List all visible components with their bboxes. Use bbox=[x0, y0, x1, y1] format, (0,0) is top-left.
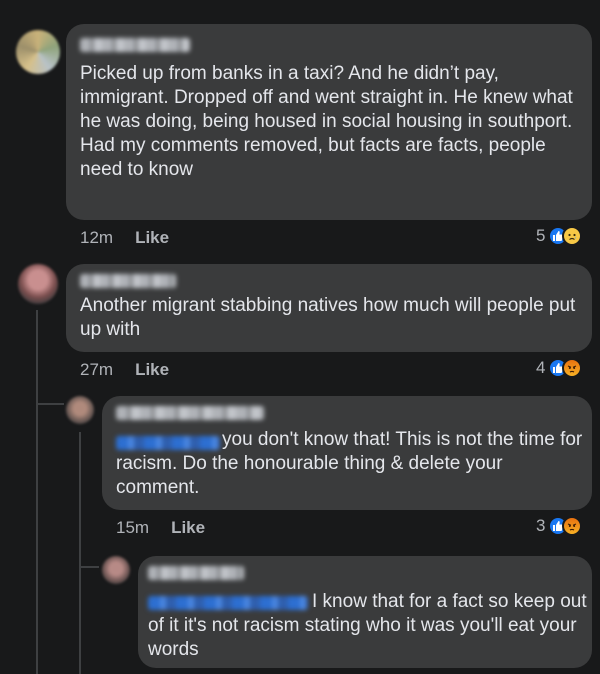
comment-meta: 27m Like bbox=[80, 360, 169, 380]
sad-face-icon bbox=[562, 226, 583, 246]
thread-line bbox=[79, 566, 99, 568]
comment-timestamp[interactable]: 27m bbox=[80, 360, 113, 380]
avatar[interactable] bbox=[102, 556, 130, 584]
like-button[interactable]: Like bbox=[135, 228, 169, 248]
comment-bubble: you don't know that! This is not the tim… bbox=[102, 396, 592, 510]
thread-line bbox=[79, 432, 81, 674]
blurred-author-name[interactable] bbox=[80, 274, 176, 288]
reaction-summary[interactable]: 5 bbox=[536, 226, 583, 246]
avatar[interactable] bbox=[16, 30, 60, 74]
blurred-author-name[interactable] bbox=[116, 406, 264, 420]
avatar[interactable] bbox=[66, 396, 94, 424]
reaction-summary[interactable]: 3 bbox=[536, 516, 583, 536]
blurred-author-name[interactable] bbox=[148, 566, 244, 580]
thread-line bbox=[36, 310, 38, 674]
comment-text: Another migrant stabbing natives how muc… bbox=[80, 295, 576, 340]
angry-face-icon bbox=[562, 516, 583, 536]
comment-bubble: I know that for a fact so keep out of it… bbox=[138, 556, 592, 668]
comment-meta: 15m Like bbox=[116, 518, 205, 538]
like-button[interactable]: Like bbox=[135, 360, 169, 380]
comment-bubble: Picked up from banks in a taxi? And he d… bbox=[66, 24, 592, 220]
comment-timestamp[interactable]: 15m bbox=[116, 518, 149, 538]
comment-text: Picked up from banks in a taxi? And he d… bbox=[80, 63, 573, 180]
reaction-count: 4 bbox=[536, 358, 546, 377]
comment-text: you don't know that! This is not the tim… bbox=[116, 429, 583, 498]
avatar[interactable] bbox=[18, 264, 58, 304]
reaction-count: 5 bbox=[536, 226, 546, 245]
comment-meta: 12m Like bbox=[80, 228, 169, 248]
blurred-author-name[interactable] bbox=[80, 38, 190, 52]
comment-text: I know that for a fact so keep out of it… bbox=[148, 591, 587, 660]
reaction-count: 3 bbox=[536, 516, 546, 535]
like-button[interactable]: Like bbox=[171, 518, 205, 538]
reaction-summary[interactable]: 4 bbox=[536, 358, 583, 378]
thread-line bbox=[36, 403, 64, 405]
comment-bubble: Another migrant stabbing natives how muc… bbox=[66, 264, 592, 352]
comment-timestamp[interactable]: 12m bbox=[80, 228, 113, 248]
angry-face-icon bbox=[562, 358, 583, 378]
